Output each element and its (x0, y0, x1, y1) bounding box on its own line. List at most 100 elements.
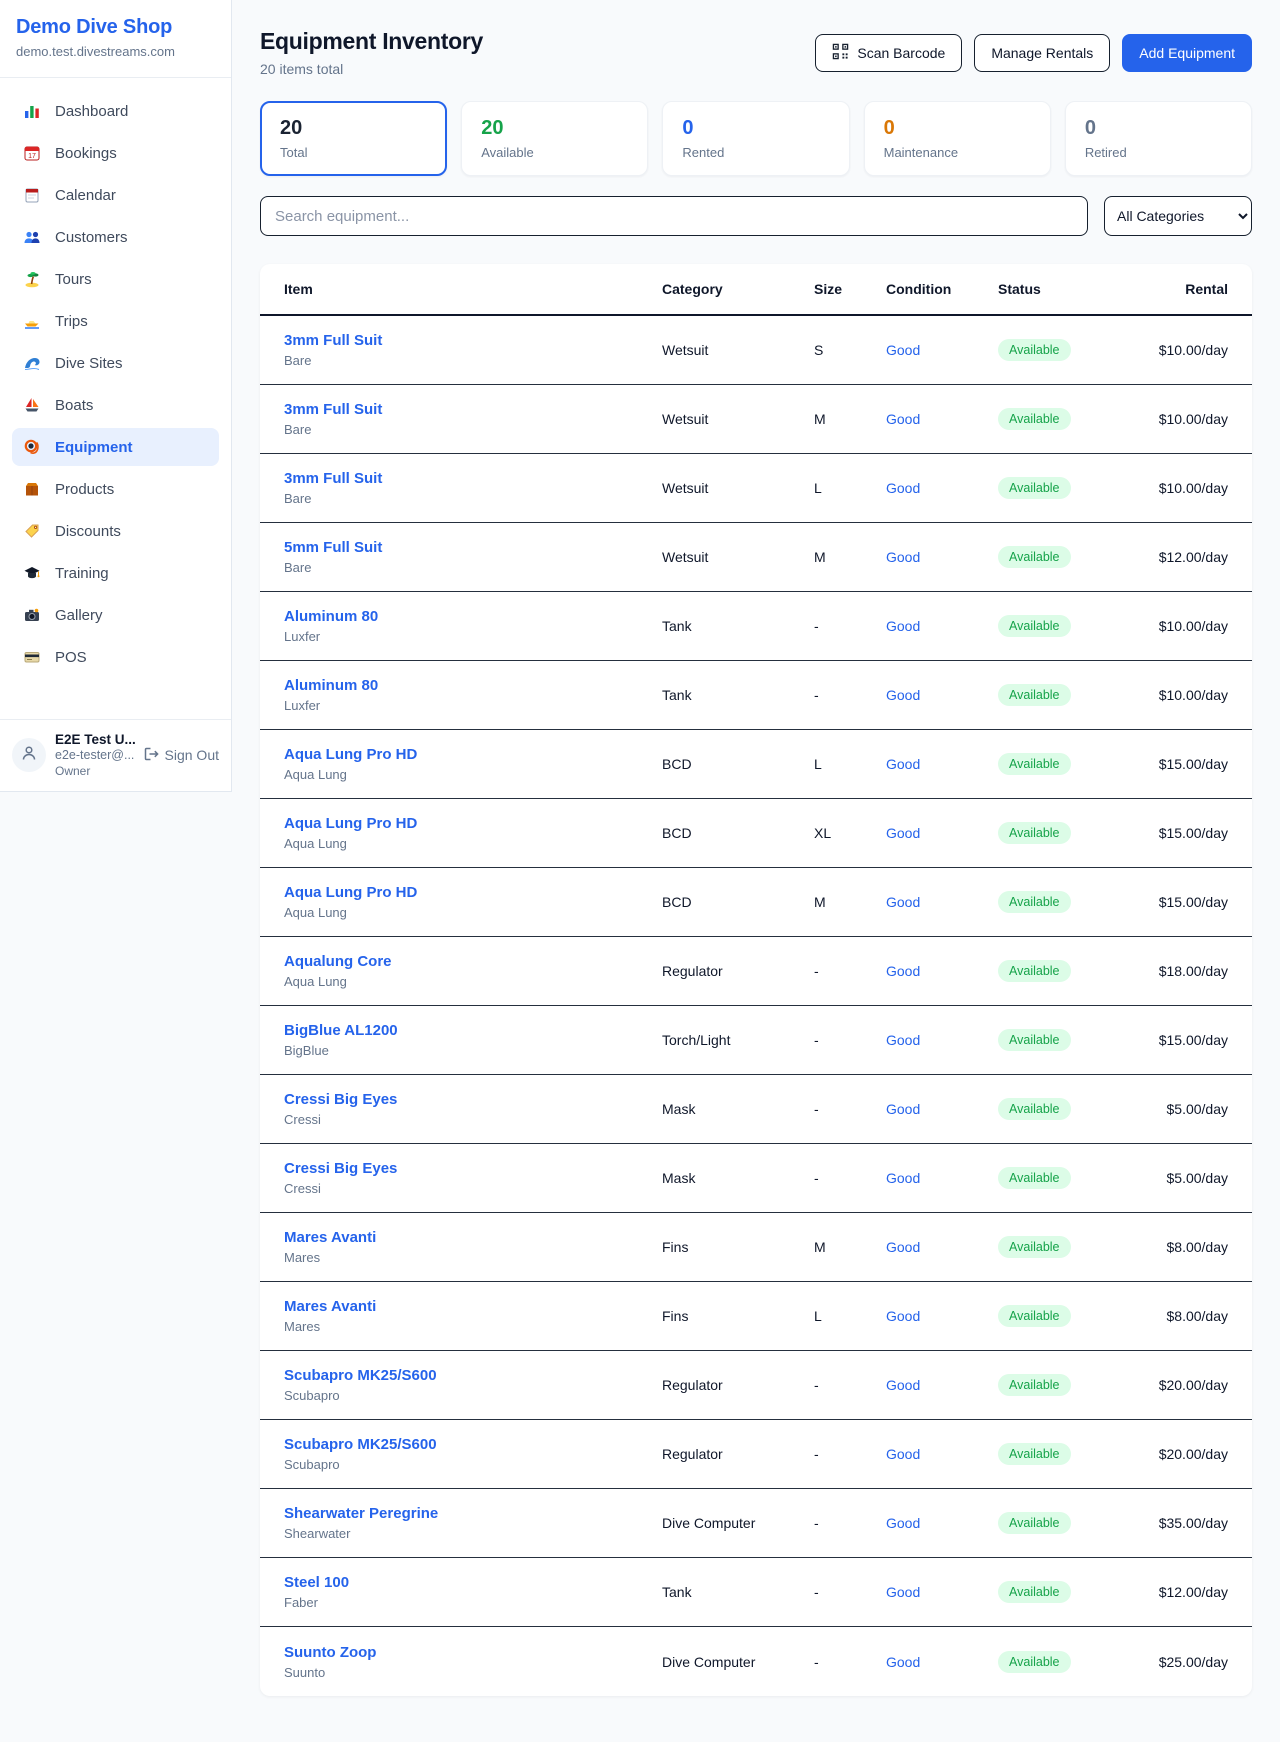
item-link[interactable]: BigBlue AL1200 (284, 1022, 662, 1039)
condition-link[interactable]: Good (886, 894, 998, 910)
stat-card-available[interactable]: 20Available (461, 101, 648, 176)
sidebar-item-training[interactable]: Training (12, 554, 219, 592)
search-input[interactable] (260, 196, 1088, 236)
table-row: Mares AvantiMaresFinsMGoodAvailable$8.00… (260, 1213, 1252, 1282)
item-link[interactable]: Cressi Big Eyes (284, 1160, 662, 1177)
training-icon (22, 564, 42, 582)
category-cell: Mask (662, 1170, 814, 1186)
status-badge: Available (998, 1167, 1071, 1189)
item-cell: Mares AvantiMares (284, 1298, 662, 1334)
condition-link[interactable]: Good (886, 1239, 998, 1255)
item-link[interactable]: Mares Avanti (284, 1229, 662, 1246)
item-link[interactable]: Aqualung Core (284, 953, 662, 970)
sidebar-item-gallery[interactable]: Gallery (12, 596, 219, 634)
condition-link[interactable]: Good (886, 1170, 998, 1186)
item-link[interactable]: Aqua Lung Pro HD (284, 884, 662, 901)
condition-link[interactable]: Good (886, 1032, 998, 1048)
status-badge: Available (998, 546, 1071, 568)
condition-link[interactable]: Good (886, 1654, 998, 1670)
table-row: Shearwater PeregrineShearwaterDive Compu… (260, 1489, 1252, 1558)
condition-link[interactable]: Good (886, 549, 998, 565)
sign-out-button[interactable]: Sign Out (142, 745, 219, 766)
condition-link[interactable]: Good (886, 825, 998, 841)
category-cell: Regulator (662, 1377, 814, 1393)
sidebar-item-boats[interactable]: Boats (12, 386, 219, 424)
item-link[interactable]: 5mm Full Suit (284, 539, 662, 556)
category-cell: Dive Computer (662, 1515, 814, 1531)
condition-link[interactable]: Good (886, 411, 998, 427)
condition-link[interactable]: Good (886, 687, 998, 703)
sidebar-item-discounts[interactable]: Discounts (12, 512, 219, 550)
category-cell: Wetsuit (662, 411, 814, 427)
stat-card-rented[interactable]: 0Rented (662, 101, 849, 176)
products-icon (22, 480, 42, 498)
manage-rentals-button[interactable]: Manage Rentals (974, 34, 1110, 72)
category-cell: Tank (662, 687, 814, 703)
item-link[interactable]: Steel 100 (284, 1574, 662, 1591)
item-cell: Suunto ZoopSuunto (284, 1644, 662, 1680)
item-link[interactable]: Scubapro MK25/S600 (284, 1367, 662, 1384)
sidebar-item-trips[interactable]: Trips (12, 302, 219, 340)
stat-card-total[interactable]: 20Total (260, 101, 447, 176)
condition-link[interactable]: Good (886, 342, 998, 358)
category-cell: Wetsuit (662, 549, 814, 565)
item-link[interactable]: Mares Avanti (284, 1298, 662, 1315)
item-link[interactable]: Suunto Zoop (284, 1644, 662, 1661)
category-cell: Wetsuit (662, 480, 814, 496)
sidebar-item-dashboard[interactable]: Dashboard (12, 92, 219, 130)
item-link[interactable]: Scubapro MK25/S600 (284, 1436, 662, 1453)
column-header-item: Item (284, 281, 662, 297)
category-cell: BCD (662, 825, 814, 841)
item-cell: Aluminum 80 Luxfer (284, 677, 662, 713)
table-row: Cressi Big EyesCressiMask-GoodAvailable$… (260, 1144, 1252, 1213)
sidebar-item-label: Gallery (55, 607, 103, 624)
item-link[interactable]: Aqua Lung Pro HD (284, 815, 662, 832)
table-row: Aluminum 80LuxferTank-GoodAvailable$10.0… (260, 661, 1252, 730)
item-link[interactable]: 3mm Full Suit (284, 332, 662, 349)
sidebar-item-tours[interactable]: Tours (12, 260, 219, 298)
condition-link[interactable]: Good (886, 963, 998, 979)
sidebar-item-products[interactable]: Products (12, 470, 219, 508)
item-link[interactable]: 3mm Full Suit (284, 470, 662, 487)
item-link[interactable]: Cressi Big Eyes (284, 1091, 662, 1108)
stat-card-retired[interactable]: 0Retired (1065, 101, 1252, 176)
sidebar-item-customers[interactable]: Customers (12, 218, 219, 256)
condition-link[interactable]: Good (886, 1377, 998, 1393)
category-filter[interactable]: All Categories (1104, 196, 1252, 236)
condition-link[interactable]: Good (886, 618, 998, 634)
sidebar-item-calendar[interactable]: Calendar (12, 176, 219, 214)
sidebar-item-bookings[interactable]: 17Bookings (12, 134, 219, 172)
table-row: 3mm Full SuitBareWetsuitLGoodAvailable$1… (260, 454, 1252, 523)
item-link[interactable]: 3mm Full Suit (284, 401, 662, 418)
sidebar-item-label: Customers (55, 229, 128, 246)
sidebar-item-equipment[interactable]: Equipment (12, 428, 219, 466)
stat-card-maintenance[interactable]: 0Maintenance (864, 101, 1051, 176)
condition-link[interactable]: Good (886, 1308, 998, 1324)
status-cell: Available (998, 1305, 1120, 1327)
table-row: Steel 100FaberTank-GoodAvailable$12.00/d… (260, 1558, 1252, 1627)
category-cell: Tank (662, 1584, 814, 1600)
condition-link[interactable]: Good (886, 756, 998, 772)
item-cell: Scubapro MK25/S600Scubapro (284, 1436, 662, 1472)
sidebar-item-dive-sites[interactable]: Dive Sites (12, 344, 219, 382)
item-link[interactable]: Aqua Lung Pro HD (284, 746, 662, 763)
condition-link[interactable]: Good (886, 1584, 998, 1600)
item-link[interactable]: Shearwater Peregrine (284, 1505, 662, 1522)
user-box: E2E Test U... e2e-tester@... Owner Sign … (0, 719, 231, 792)
brand-domain: demo.test.divestreams.com (16, 44, 215, 59)
item-brand: Luxfer (284, 698, 662, 713)
category-cell: Tank (662, 618, 814, 634)
condition-link[interactable]: Good (886, 1446, 998, 1462)
condition-link[interactable]: Good (886, 480, 998, 496)
status-badge: Available (998, 891, 1071, 913)
status-badge: Available (998, 1512, 1071, 1534)
condition-link[interactable]: Good (886, 1101, 998, 1117)
scan-barcode-button[interactable]: Scan Barcode (815, 34, 962, 72)
sidebar-item-pos[interactable]: POS (12, 638, 219, 676)
item-cell: Aqualung CoreAqua Lung (284, 953, 662, 989)
item-link[interactable]: Aluminum 80 (284, 608, 662, 625)
status-badge: Available (998, 615, 1071, 637)
condition-link[interactable]: Good (886, 1515, 998, 1531)
item-link[interactable]: Aluminum 80 (284, 677, 662, 694)
add-equipment-button[interactable]: Add Equipment (1122, 34, 1252, 72)
